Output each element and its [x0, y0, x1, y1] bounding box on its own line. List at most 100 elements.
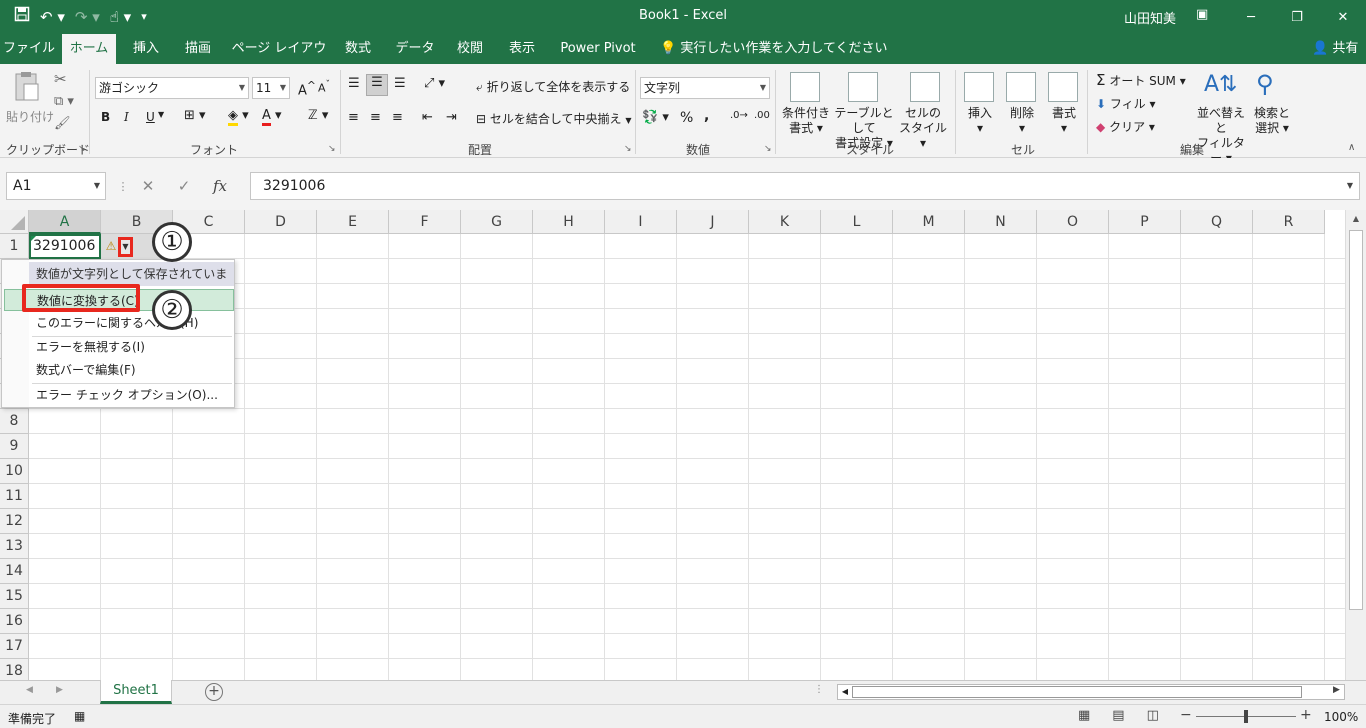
delete-cells-button[interactable]: 削除 ▾: [1008, 106, 1036, 136]
font-name-select[interactable]: 游ゴシック ▼: [95, 77, 249, 99]
redo-icon[interactable]: ↷ ▾: [75, 7, 100, 27]
customize-qat-icon[interactable]: ▾: [141, 7, 147, 27]
tab-data[interactable]: データ: [388, 34, 442, 64]
align-right-icon[interactable]: ≡: [392, 110, 403, 125]
paste-button[interactable]: 貼り付け: [6, 108, 54, 125]
row-header-8[interactable]: 8: [0, 409, 29, 434]
align-center-icon[interactable]: ≡: [370, 110, 381, 125]
alignment-launcher-icon[interactable]: ↘: [624, 144, 632, 154]
font-color-icon[interactable]: A ▾: [262, 108, 282, 126]
find-select-button[interactable]: 検索と 選択 ▾: [1252, 106, 1292, 136]
borders-icon[interactable]: ⊞ ▾: [184, 108, 206, 123]
scroll-right-icon[interactable]: ▶: [1333, 685, 1340, 695]
tab-formulas[interactable]: 数式: [336, 34, 380, 64]
copy-icon[interactable]: ⧉ ▾: [54, 94, 74, 109]
column-header-g[interactable]: G: [461, 210, 533, 234]
conditional-formatting-button[interactable]: 条件付き 書式 ▾: [782, 106, 830, 136]
cell-styles-button[interactable]: セルの スタイル ▾: [898, 106, 948, 151]
undo-icon[interactable]: ↶ ▾: [40, 7, 65, 27]
share-button[interactable]: 👤 共有: [1312, 34, 1358, 64]
cut-icon[interactable]: ✂: [54, 70, 67, 88]
insert-function-icon[interactable]: fx: [202, 177, 238, 195]
zoom-in-icon[interactable]: +: [1300, 707, 1312, 723]
close-icon[interactable]: ✕: [1320, 0, 1366, 34]
row-header-16[interactable]: 16: [0, 609, 29, 634]
zoom-level[interactable]: 100%: [1324, 710, 1358, 724]
align-left-icon[interactable]: ≡: [348, 110, 359, 125]
autosum-button[interactable]: Σ オート SUM ▾: [1096, 71, 1186, 89]
horizontal-scrollbar[interactable]: ◀: [837, 684, 1345, 700]
name-box[interactable]: A1 ▼: [6, 172, 106, 200]
select-all-button[interactable]: [0, 210, 29, 234]
align-middle-icon[interactable]: ☰: [366, 74, 388, 96]
row-header-10[interactable]: 10: [0, 459, 29, 484]
cell-styles-icon[interactable]: [910, 72, 940, 102]
column-header-o[interactable]: O: [1037, 210, 1109, 234]
save-icon[interactable]: [14, 6, 30, 27]
column-header-j[interactable]: J: [677, 210, 749, 234]
minimize-icon[interactable]: ─: [1228, 0, 1274, 34]
column-header-h[interactable]: H: [533, 210, 605, 234]
format-as-table-icon[interactable]: [848, 72, 878, 102]
tab-power-pivot[interactable]: Power Pivot: [556, 34, 640, 64]
row-header-18[interactable]: 18: [0, 659, 29, 680]
format-painter-icon[interactable]: 🖌: [54, 116, 71, 131]
tab-file[interactable]: ファイル: [0, 34, 58, 64]
column-header-m[interactable]: M: [893, 210, 965, 234]
insert-cells-button[interactable]: 挿入 ▾: [966, 106, 994, 136]
format-cells-button[interactable]: 書式 ▾: [1050, 106, 1078, 136]
vertical-scrollbar[interactable]: ▲: [1345, 210, 1366, 680]
edit-in-formula-bar-item[interactable]: 数式バーで編集(F): [29, 359, 234, 381]
increase-indent-icon[interactable]: ⇥: [446, 110, 457, 125]
row-header-9[interactable]: 9: [0, 434, 29, 459]
insert-cells-icon[interactable]: [964, 72, 994, 102]
decrease-font-icon[interactable]: Aˇ: [318, 79, 330, 95]
zoom-out-icon[interactable]: −: [1180, 707, 1192, 723]
number-format-select[interactable]: 文字列 ▼: [640, 77, 770, 99]
column-header-a[interactable]: A: [29, 210, 101, 234]
next-sheet-icon[interactable]: ▶: [56, 685, 63, 695]
tab-insert[interactable]: 挿入: [124, 34, 168, 64]
fill-button[interactable]: ⬇ フィル ▾: [1096, 95, 1156, 112]
row-header-15[interactable]: 15: [0, 584, 29, 609]
tab-view[interactable]: 表示: [500, 34, 544, 64]
phonetic-icon[interactable]: ℤ ▾: [308, 108, 328, 123]
enter-icon[interactable]: ✓: [166, 177, 202, 195]
column-header-i[interactable]: I: [605, 210, 677, 234]
user-name[interactable]: 山田知美: [1124, 8, 1176, 27]
zoom-slider-thumb[interactable]: [1244, 710, 1248, 723]
row-header-14[interactable]: 14: [0, 559, 29, 584]
page-layout-view-icon[interactable]: ▤: [1112, 708, 1124, 723]
page-break-view-icon[interactable]: ◫: [1147, 708, 1159, 723]
row-header-11[interactable]: 11: [0, 484, 29, 509]
ignore-error-item[interactable]: エラーを無視する(I): [29, 336, 234, 358]
merge-center-button[interactable]: ⊟ セルを結合して中央揃え ▼: [476, 110, 632, 127]
clipboard-paste-icon[interactable]: [10, 70, 44, 104]
vertical-scroll-thumb[interactable]: [1349, 230, 1363, 610]
row-header-17[interactable]: 17: [0, 634, 29, 659]
tab-home[interactable]: ホーム: [62, 34, 116, 64]
font-size-select[interactable]: 11 ▼: [252, 77, 290, 99]
column-header-e[interactable]: E: [317, 210, 389, 234]
font-launcher-icon[interactable]: ↘: [328, 144, 336, 154]
tab-page-layout[interactable]: ページ レイアウト: [228, 34, 330, 86]
clear-button[interactable]: ◆ クリア ▾: [1096, 118, 1155, 135]
tab-draw[interactable]: 描画: [176, 34, 220, 64]
bold-button[interactable]: B: [101, 110, 110, 124]
increase-decimal-icon[interactable]: .0→: [730, 110, 748, 121]
column-header-k[interactable]: K: [749, 210, 821, 234]
warning-icon[interactable]: ⚠: [103, 237, 119, 255]
clipboard-launcher-icon[interactable]: ↘: [78, 144, 86, 154]
column-header-q[interactable]: Q: [1181, 210, 1253, 234]
align-bottom-icon[interactable]: ☰: [394, 76, 406, 91]
collapse-ribbon-icon[interactable]: ∧: [1348, 142, 1355, 153]
format-cells-icon[interactable]: [1048, 72, 1078, 102]
error-check-options-item[interactable]: エラー チェック オプション(O)...: [29, 384, 234, 406]
formula-input[interactable]: 3291006 ▼: [250, 172, 1360, 200]
sheet-tab[interactable]: Sheet1: [100, 680, 172, 704]
expand-formula-bar-icon[interactable]: ▼: [1347, 173, 1353, 199]
normal-view-icon[interactable]: ▦: [1078, 708, 1090, 723]
orientation-icon[interactable]: ⤢ ▾: [424, 76, 445, 91]
row-header-1[interactable]: 1: [0, 234, 29, 259]
macro-record-icon[interactable]: ▦: [74, 709, 85, 723]
